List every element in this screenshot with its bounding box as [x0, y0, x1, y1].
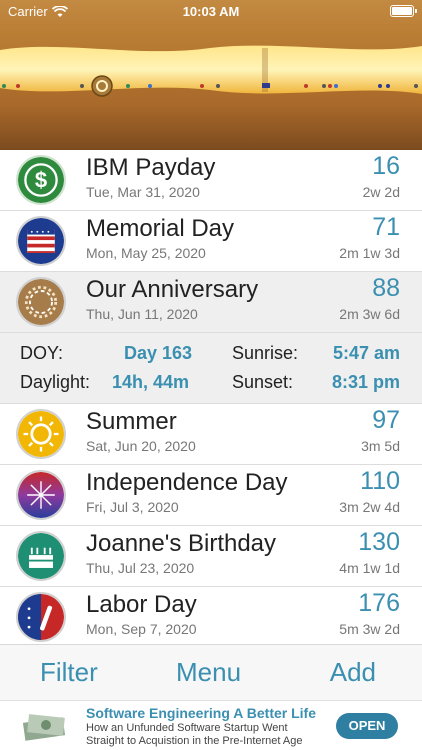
- event-date: Tue, Mar 31, 2020: [86, 184, 200, 200]
- menu-button[interactable]: Menu: [176, 657, 241, 688]
- filter-button[interactable]: Filter: [40, 657, 98, 688]
- event-date: Thu, Jul 23, 2020: [86, 560, 195, 576]
- event-row-labor-day[interactable]: Labor Day Mon, Sep 7, 2020 176 5m 3w 2d: [0, 587, 422, 648]
- event-span: 5m 3w 2d: [339, 621, 400, 637]
- event-span: 3m 2w 4d: [339, 499, 400, 515]
- event-row-summer[interactable]: Summer Sat, Jun 20, 2020 97 3m 5d: [0, 404, 422, 465]
- event-row-ibm-payday[interactable]: $ IBM Payday Tue, Mar 31, 2020 16 2w 2d: [0, 150, 422, 211]
- ad-open-button[interactable]: OPEN: [336, 713, 398, 739]
- event-date: Mon, May 25, 2020: [86, 245, 206, 261]
- event-row-our-anniversary[interactable]: Our Anniversary Thu, Jun 11, 2020 88 2m …: [0, 272, 422, 333]
- sun-icon: [16, 409, 66, 459]
- sunset-value: 8:31 pm: [331, 372, 400, 392]
- event-title: Summer: [86, 408, 177, 435]
- timeline-header[interactable]: Carrier 10:03 AM: [0, 0, 422, 150]
- timeline-cursor-icon[interactable]: [90, 74, 114, 98]
- event-span: 3m 5d: [361, 438, 400, 454]
- event-days-count: 176: [358, 589, 400, 617]
- event-title: Memorial Day: [86, 215, 235, 242]
- event-span: 2m 3w 6d: [339, 306, 400, 322]
- event-date: Thu, Jun 11, 2020: [86, 306, 198, 322]
- event-title: Our Anniversary: [86, 276, 259, 303]
- wrench-icon: [16, 592, 66, 642]
- flag-shield-icon: [16, 216, 66, 266]
- event-title: Labor Day: [86, 591, 197, 618]
- event-days-count: 110: [360, 467, 400, 495]
- event-detail-panel: DOY: Day 163 Sunrise: 5:47 am Daylight: …: [0, 333, 422, 404]
- event-date: Sat, Jun 20, 2020: [86, 438, 196, 454]
- sunrise-label: Sunrise:: [232, 343, 299, 363]
- daylight-label: Daylight:: [20, 372, 91, 392]
- status-bar: Carrier 10:03 AM: [0, 0, 422, 24]
- battery-icon: [390, 5, 417, 17]
- laurel-wreath-icon: [16, 277, 66, 327]
- event-span: 2m 1w 3d: [339, 245, 400, 261]
- ad-description: How an Unfunded Software Startup Went St…: [86, 722, 303, 747]
- daylight-value: 14h, 44m: [112, 372, 190, 392]
- event-date: Mon, Sep 7, 2020: [86, 621, 197, 637]
- event-title: Joanne's Birthday: [86, 530, 277, 557]
- event-days-count: 130: [358, 528, 400, 556]
- event-days-count: 16: [372, 152, 400, 180]
- event-title: IBM Payday: [86, 154, 216, 181]
- sunrise-value: 5:47 am: [332, 343, 400, 363]
- ad-banner[interactable]: Software Engineering A Better Life How a…: [0, 700, 422, 750]
- doy-value: Day 163: [124, 343, 193, 363]
- event-days-count: 88: [372, 274, 400, 302]
- add-button[interactable]: Add: [330, 657, 376, 688]
- event-days-count: 71: [372, 213, 400, 241]
- event-row-joannes-birthday[interactable]: Joanne's Birthday Thu, Jul 23, 2020 130 …: [0, 526, 422, 587]
- cake-icon: [16, 531, 66, 581]
- event-list: $ IBM Payday Tue, Mar 31, 2020 16 2w 2d …: [0, 150, 422, 648]
- event-span: 2w 2d: [362, 184, 400, 200]
- event-span: 4m 1w 1d: [339, 560, 400, 576]
- sunset-label: Sunset:: [232, 372, 294, 392]
- svg-text:$: $: [35, 167, 47, 192]
- dollar-icon: $: [16, 155, 66, 205]
- event-row-independence-day[interactable]: Independence Day Fri, Jul 3, 2020 110 3m…: [0, 465, 422, 526]
- ad-title: Software Engineering A Better Life: [86, 705, 316, 721]
- doy-label: DOY:: [20, 343, 64, 363]
- ad-image: [20, 706, 70, 746]
- status-time: 10:03 AM: [182, 4, 240, 19]
- fireworks-icon: [16, 470, 66, 520]
- event-title: Independence Day: [86, 469, 288, 496]
- bottom-toolbar: Filter Menu Add: [0, 644, 422, 700]
- event-date: Fri, Jul 3, 2020: [86, 499, 179, 515]
- event-row-memorial-day[interactable]: Memorial Day Mon, May 25, 2020 71 2m 1w …: [0, 211, 422, 272]
- event-days-count: 97: [372, 406, 400, 434]
